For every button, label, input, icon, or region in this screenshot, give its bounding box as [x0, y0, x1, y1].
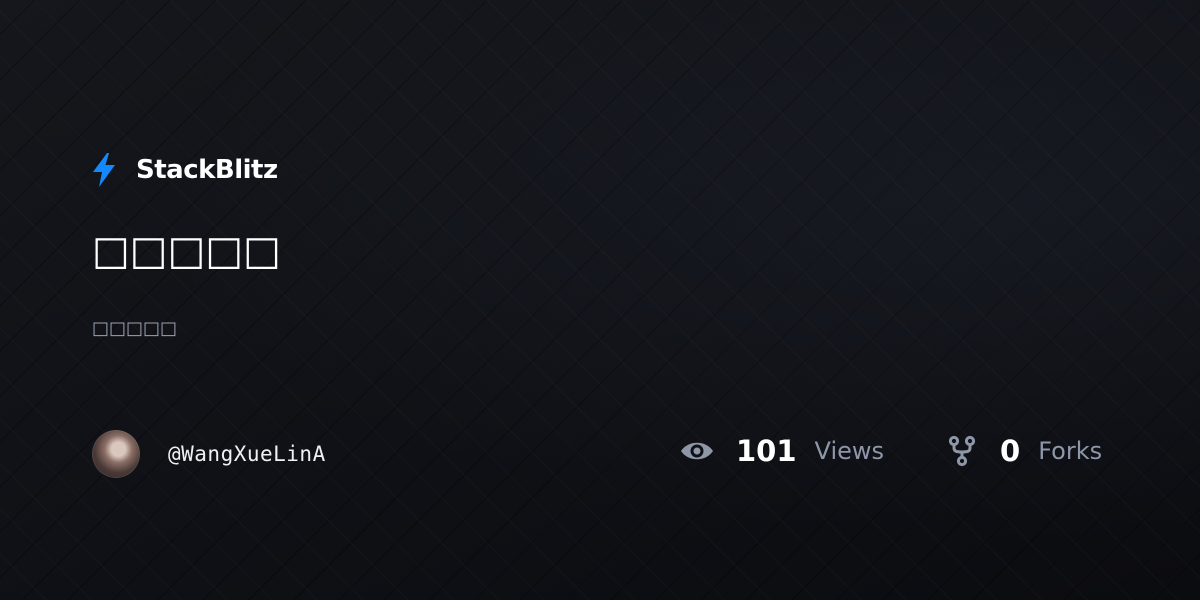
author[interactable]: @WangXueLinA [92, 430, 326, 478]
social-card: StackBlitz □□□□□ □□□□□ @WangXueLinA 101 … [0, 0, 1200, 600]
avatar[interactable] [92, 430, 140, 478]
project-description: □□□□□ [92, 318, 178, 339]
brand[interactable]: StackBlitz [90, 152, 278, 188]
fork-icon [948, 435, 976, 467]
project-title: □□□□□ [92, 228, 281, 274]
forks-stat: 0 Forks [948, 434, 1102, 468]
eye-icon [680, 440, 714, 462]
views-stat: 101 Views [680, 434, 884, 468]
views-count: 101 [736, 434, 797, 468]
brand-name: StackBlitz [136, 155, 278, 185]
views-label: Views [814, 437, 885, 465]
author-username[interactable]: @WangXueLinA [168, 442, 326, 466]
forks-count: 0 [1000, 434, 1021, 468]
forks-label: Forks [1038, 437, 1103, 465]
bolt-icon [90, 152, 118, 188]
